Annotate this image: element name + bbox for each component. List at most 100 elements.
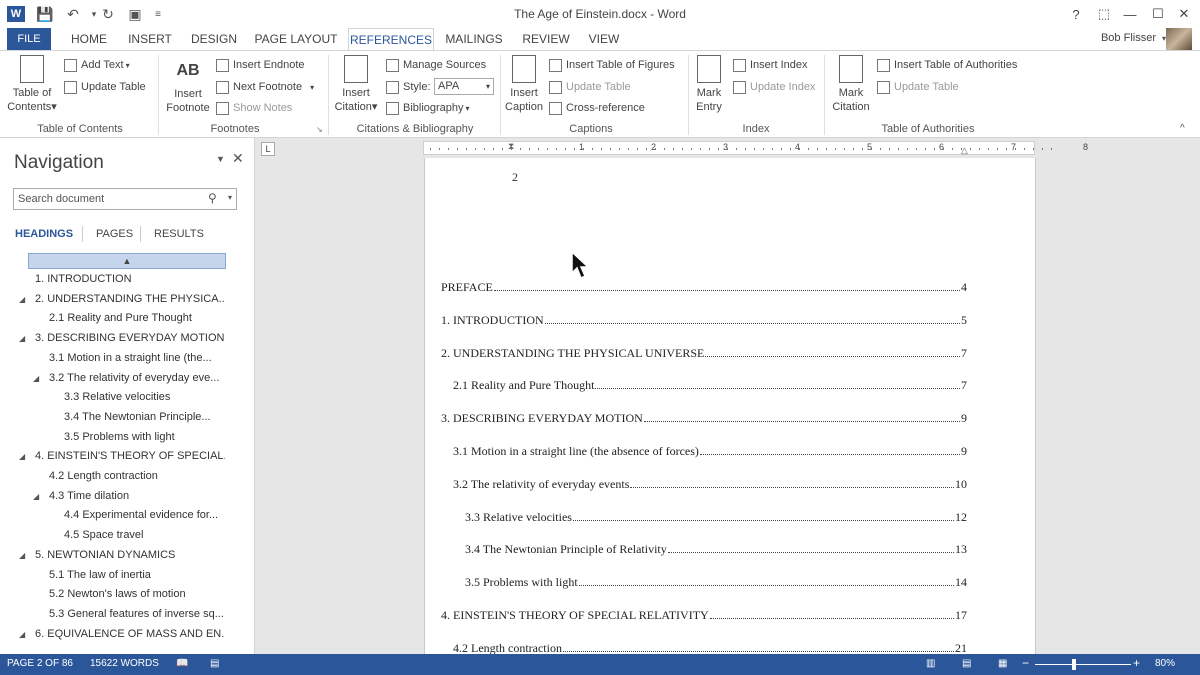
indent-marker-icon[interactable]: ⧗	[508, 141, 514, 152]
nav-heading-item[interactable]: 3.3 Relative velocities	[64, 391, 225, 403]
cross-reference-button[interactable]: Cross-reference	[549, 99, 645, 117]
help-icon[interactable]: ?	[1066, 4, 1086, 24]
nav-heading-item[interactable]: 6. EQUIVALENCE OF MASS AND EN...	[35, 628, 225, 640]
right-indent-marker-icon[interactable]: △	[961, 145, 968, 156]
expand-triangle-icon[interactable]: ◢	[33, 492, 39, 501]
minimize-button[interactable]: —	[1120, 4, 1140, 24]
expand-triangle-icon[interactable]: ◢	[19, 551, 25, 560]
tab-insert[interactable]: INSERT	[124, 28, 176, 50]
nav-heading-item[interactable]: 2. UNDERSTANDING THE PHYSICA...	[35, 293, 225, 305]
proofing-icon[interactable]: 📖	[176, 658, 188, 669]
nav-heading-item[interactable]: 3.5 Problems with light	[64, 431, 225, 443]
toc-entry[interactable]: 4. EINSTEIN'S THEORY OF SPECIAL RELATIVI…	[441, 608, 967, 623]
insert-index-button[interactable]: Insert Index	[733, 56, 807, 74]
tab-design[interactable]: DESIGN	[186, 28, 242, 50]
search-options-icon[interactable]: ▾	[228, 193, 232, 202]
document-page[interactable]: 2 PREFACE 4 1. INTRODUCTION 5 2. UNDERSTANDI…	[424, 158, 1036, 655]
toc-entry[interactable]: 3.1 Motion in a straight line (the absen…	[453, 444, 967, 459]
print-layout-icon[interactable]: ▤	[962, 658, 971, 669]
update-index-button[interactable]: Update Index	[733, 78, 815, 96]
collapse-ribbon-icon[interactable]: ^	[1180, 123, 1185, 134]
user-name[interactable]: Bob Flisser	[1101, 32, 1156, 44]
toc-entry[interactable]: 3. DESCRIBING EVERYDAY MOTION 9	[441, 411, 967, 426]
macro-icon[interactable]: ▤	[210, 658, 219, 669]
expand-triangle-icon[interactable]: ◢	[19, 334, 25, 343]
toc-entry[interactable]: 2.1 Reality and Pure Thought 7	[453, 378, 967, 393]
footnotes-launcher-icon[interactable]: ↘	[316, 125, 323, 134]
toc-entry[interactable]: 2. UNDERSTANDING THE PHYSICAL UNIVERSE 7	[441, 346, 967, 361]
nav-heading-item[interactable]: 2.1 Reality and Pure Thought	[49, 312, 225, 324]
nav-heading-item[interactable]: 5.1 The law of inertia	[49, 569, 225, 581]
nav-heading-item[interactable]: 3.1 Motion in a straight line (the...	[49, 352, 225, 364]
web-layout-icon[interactable]: ▦	[998, 658, 1007, 669]
read-mode-icon[interactable]: ▥	[926, 658, 935, 669]
citation-style-select[interactable]: APA ▾	[434, 78, 494, 95]
nav-heading-item[interactable]: 3.2 The relativity of everyday eve...	[49, 372, 225, 384]
bibliography-button[interactable]: Bibliography ▾	[386, 99, 470, 117]
tab-pages[interactable]: PAGES	[96, 228, 133, 240]
next-footnote-button[interactable]: Next Footnote ▾	[216, 78, 314, 96]
nav-heading-item[interactable]: 4. EINSTEIN'S THEORY OF SPECIAL...	[35, 450, 225, 462]
expand-triangle-icon[interactable]: ◢	[19, 295, 25, 304]
horizontal-ruler[interactable]: ⧗ △ 1 2 3 4 5 6 7 8	[423, 141, 1088, 156]
close-icon[interactable]: ✕	[232, 150, 244, 167]
tab-home[interactable]: HOME	[64, 28, 114, 50]
nav-heading-item[interactable]: 4.3 Time dilation	[49, 490, 225, 502]
mark-citation-button[interactable]: Mark Citation	[828, 55, 874, 114]
document-area[interactable]: L ⧗ △ 12345678 2 PREFACE 4 1. INTRODUCTION…	[255, 138, 1200, 655]
tab-headings[interactable]: HEADINGS	[15, 228, 73, 240]
search-icon[interactable]: ⚲	[208, 191, 217, 205]
maximize-button[interactable]: ☐	[1148, 4, 1168, 24]
word-count[interactable]: 15622 WORDS	[90, 658, 159, 669]
zoom-slider-thumb[interactable]	[1072, 659, 1076, 670]
insert-citation-button[interactable]: Insert Citation▾	[332, 55, 380, 114]
nav-scroll-up-bar[interactable]: ▲	[28, 253, 226, 269]
insert-table-of-authorities-button[interactable]: Insert Table of Authorities	[877, 56, 1017, 74]
nav-heading-item[interactable]: 4.5 Space travel	[64, 529, 225, 541]
nav-heading-item[interactable]: 3. DESCRIBING EVERYDAY MOTION	[35, 332, 225, 344]
avatar[interactable]	[1166, 28, 1192, 50]
ribbon-display-icon[interactable]: ⬚	[1094, 4, 1114, 24]
insert-footnote-button[interactable]: AB Insert Footnote	[162, 55, 214, 115]
expand-triangle-icon[interactable]: ◢	[19, 630, 25, 639]
zoom-level[interactable]: 80%	[1155, 658, 1175, 669]
close-button[interactable]: ✕	[1174, 4, 1194, 24]
toc-entry[interactable]: 1. INTRODUCTION 5	[441, 313, 967, 328]
tab-view[interactable]: VIEW	[584, 28, 624, 50]
insert-table-of-figures-button[interactable]: Insert Table of Figures	[549, 56, 675, 74]
nav-heading-item[interactable]: 3.4 The Newtonian Principle...	[64, 411, 225, 423]
insert-caption-button[interactable]: Insert Caption	[502, 55, 546, 114]
zoom-slider[interactable]	[1035, 664, 1131, 665]
insert-endnote-button[interactable]: Insert Endnote	[216, 56, 305, 74]
update-figures-table-button[interactable]: Update Table	[549, 78, 631, 96]
tab-references[interactable]: REFERENCES	[348, 28, 434, 50]
page-count[interactable]: PAGE 2 OF 86	[7, 658, 73, 669]
tab-file[interactable]: FILE	[7, 28, 51, 50]
tab-mailings[interactable]: MAILINGS	[440, 28, 508, 50]
nav-heading-item[interactable]: 5. NEWTONIAN DYNAMICS	[35, 549, 225, 561]
expand-triangle-icon[interactable]: ◢	[33, 374, 39, 383]
add-text-button[interactable]: Add Text ▾	[64, 56, 130, 74]
toc-entry[interactable]: 3.5 Problems with light 14	[465, 575, 967, 590]
toc-entry[interactable]: 3.2 The relativity of everyday events 10	[453, 477, 967, 492]
nav-heading-item[interactable]: 4.4 Experimental evidence for...	[64, 509, 225, 521]
toc-entry[interactable]: 3.4 The Newtonian Principle of Relativit…	[465, 542, 967, 557]
tab-page-layout[interactable]: PAGE LAYOUT	[252, 28, 340, 50]
tab-review[interactable]: REVIEW	[518, 28, 574, 50]
mark-entry-button[interactable]: Mark Entry	[690, 55, 728, 114]
chevron-down-icon[interactable]: ▼	[216, 154, 225, 164]
expand-triangle-icon[interactable]: ◢	[19, 452, 25, 461]
nav-heading-item[interactable]: 1. INTRODUCTION	[35, 273, 225, 285]
zoom-in-button[interactable]: +	[1133, 656, 1140, 670]
update-toc-button[interactable]: Update Table	[64, 78, 146, 96]
toc-entry[interactable]: 3.3 Relative velocities 12	[465, 510, 967, 525]
zoom-out-button[interactable]: −	[1022, 656, 1029, 670]
update-authorities-table-button[interactable]: Update Table	[877, 78, 959, 96]
tab-results[interactable]: RESULTS	[154, 228, 204, 240]
nav-heading-item[interactable]: 4.2 Length contraction	[49, 470, 225, 482]
search-input[interactable]: Search document	[13, 188, 237, 210]
toc-entry[interactable]: PREFACE 4	[441, 280, 967, 295]
nav-heading-item[interactable]: 5.2 Newton's laws of motion	[49, 588, 225, 600]
table-of-contents-button[interactable]: Table of Contents▾	[6, 55, 58, 114]
show-notes-button[interactable]: Show Notes	[216, 99, 292, 117]
